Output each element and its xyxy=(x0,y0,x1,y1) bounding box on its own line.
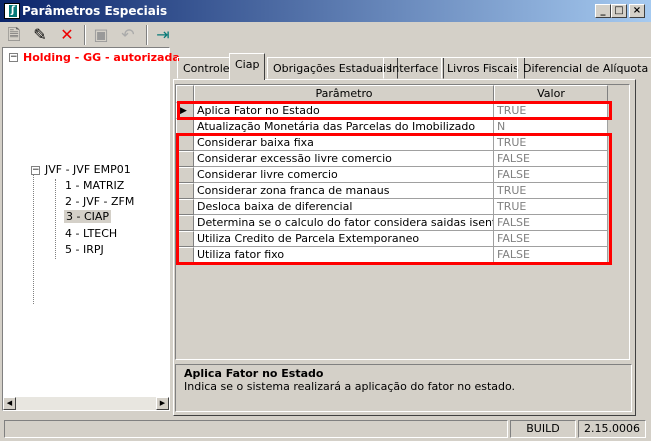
tree-horizontal-scrollbar[interactable]: ◀ ▶ xyxy=(3,397,169,410)
table-row[interactable]: Utiliza fator fixo FALSE xyxy=(176,247,608,263)
value-cell[interactable]: TRUE xyxy=(494,135,608,151)
toolbar-separator xyxy=(84,25,86,45)
tree-line xyxy=(33,166,34,304)
value-cell[interactable]: TRUE xyxy=(494,183,608,199)
value-cell[interactable]: FALSE xyxy=(494,167,608,183)
tab-obrigacoes-estaduais[interactable]: Obrigações Estaduais xyxy=(267,57,398,79)
table-row[interactable]: Considerar zona franca de manaus TRUE xyxy=(176,183,608,199)
collapse-icon[interactable]: − xyxy=(31,166,40,175)
parameters-grid[interactable]: Parâmetro Valor ▶ Aplica Fator no Estado… xyxy=(175,84,630,360)
row-indicator[interactable] xyxy=(176,167,194,183)
parameter-cell[interactable]: Utiliza Credito de Parcela Extemporaneo xyxy=(194,231,494,247)
description-title: Aplica Fator no Estado xyxy=(184,367,324,380)
tree-item[interactable]: 4 - LTECH xyxy=(65,227,117,240)
parameter-cell[interactable]: Atualização Monetária das Parcelas do Im… xyxy=(194,119,494,135)
description-panel: Aplica Fator no Estado Indica se o siste… xyxy=(175,364,632,412)
delete-icon[interactable]: ✕ xyxy=(56,24,78,46)
build-label: BUILD xyxy=(510,420,576,438)
value-cell[interactable]: FALSE xyxy=(494,215,608,231)
current-row-indicator-icon[interactable]: ▶ xyxy=(176,103,194,119)
row-indicator[interactable] xyxy=(176,183,194,199)
exit-door-icon[interactable]: ⇥ xyxy=(152,24,174,46)
version-label: 2.15.0006 xyxy=(578,420,646,438)
parameter-cell[interactable]: Aplica Fator no Estado xyxy=(194,103,494,119)
description-text: Indica se o sistema realizará a aplicaçã… xyxy=(184,380,516,393)
scroll-right-icon[interactable]: ▶ xyxy=(156,397,169,410)
parameter-cell[interactable]: Utiliza fator fixo xyxy=(194,247,494,263)
maximize-button[interactable]: □ xyxy=(611,4,627,18)
toolbar-separator xyxy=(146,25,148,45)
minimize-button[interactable]: _ xyxy=(595,4,611,18)
column-header-valor[interactable]: Valor xyxy=(494,85,608,103)
tab-ciap[interactable]: Ciap xyxy=(229,53,266,80)
tab-interface[interactable]: Interface xyxy=(383,57,445,79)
value-cell[interactable]: TRUE xyxy=(494,103,608,119)
save-icon[interactable]: ▣ xyxy=(90,24,112,46)
title-bar: ʃ Parâmetros Especiais _ □ × xyxy=(0,0,651,22)
table-row[interactable]: ▶ Aplica Fator no Estado TRUE xyxy=(176,103,608,119)
value-cell[interactable]: TRUE xyxy=(494,199,608,215)
table-row[interactable]: Considerar excessão livre comercio FALSE xyxy=(176,151,608,167)
tree-company[interactable]: JVF - JVF EMP01 xyxy=(45,163,131,176)
tree-root-holding[interactable]: Holding - GG - autorizada xyxy=(23,51,180,64)
table-row[interactable]: Desloca baixa de diferencial TRUE xyxy=(176,199,608,215)
table-row[interactable]: Considerar baixa fixa TRUE xyxy=(176,135,608,151)
parameter-cell[interactable]: Considerar baixa fixa xyxy=(194,135,494,151)
parameter-cell[interactable]: Desloca baixa de diferencial xyxy=(194,199,494,215)
tree-item[interactable]: 1 - MATRIZ xyxy=(65,179,124,192)
table-row[interactable]: Utiliza Credito de Parcela Extemporaneo … xyxy=(176,231,608,247)
parameter-cell[interactable]: Considerar livre comercio xyxy=(194,167,494,183)
status-panel xyxy=(4,420,508,438)
value-cell[interactable]: FALSE xyxy=(494,231,608,247)
window-title: Parâmetros Especiais xyxy=(22,4,168,18)
collapse-icon[interactable]: − xyxy=(9,53,18,62)
close-button[interactable]: × xyxy=(629,4,645,18)
parameter-cell[interactable]: Considerar zona franca de manaus xyxy=(194,183,494,199)
parameter-cell[interactable]: Considerar excessão livre comercio xyxy=(194,151,494,167)
table-row[interactable]: Determina se o calculo do fator consider… xyxy=(176,215,608,231)
tree-item-selected[interactable]: 3 - CIAP xyxy=(64,210,112,223)
row-indicator[interactable] xyxy=(176,199,194,215)
tree-item[interactable]: 5 - IRPJ xyxy=(65,243,104,256)
table-row[interactable]: Atualização Monetária das Parcelas do Im… xyxy=(176,119,608,135)
value-cell[interactable]: N xyxy=(494,119,608,135)
row-indicator[interactable] xyxy=(176,215,194,231)
value-cell[interactable]: FALSE xyxy=(494,151,608,167)
row-indicator[interactable] xyxy=(176,151,194,167)
row-indicator[interactable] xyxy=(176,247,194,263)
undo-icon[interactable]: ↶ xyxy=(117,24,139,46)
column-header-parametro[interactable]: Parâmetro xyxy=(194,85,494,103)
parameter-cell[interactable]: Determina se o calculo do fator consider… xyxy=(194,215,494,231)
table-row[interactable]: Considerar livre comercio FALSE xyxy=(176,167,608,183)
tree-item[interactable]: 2 - JVF - ZFM xyxy=(65,195,134,208)
company-tree[interactable]: − Holding - GG - autorizada − JVF - JVF … xyxy=(2,47,180,411)
row-indicator[interactable] xyxy=(176,231,194,247)
new-document-icon[interactable]: 🗎 xyxy=(3,24,25,46)
edit-icon[interactable]: ✎ xyxy=(29,24,51,46)
row-indicator[interactable] xyxy=(176,119,194,135)
app-icon: ʃ xyxy=(4,3,20,19)
tab-livros-fiscais[interactable]: Livros Fiscais xyxy=(441,57,525,79)
tab-diferencial-aliquota[interactable]: Diferencial de Alíquota xyxy=(517,57,651,79)
status-bar: BUILD 2.15.0006 xyxy=(0,418,651,441)
tree-line xyxy=(55,179,56,259)
row-indicator[interactable] xyxy=(176,135,194,151)
scroll-left-icon[interactable]: ◀ xyxy=(3,397,16,410)
value-cell[interactable]: FALSE xyxy=(494,247,608,263)
tab-controle[interactable]: Controle xyxy=(177,57,236,79)
grid-indicator-header xyxy=(176,85,194,103)
